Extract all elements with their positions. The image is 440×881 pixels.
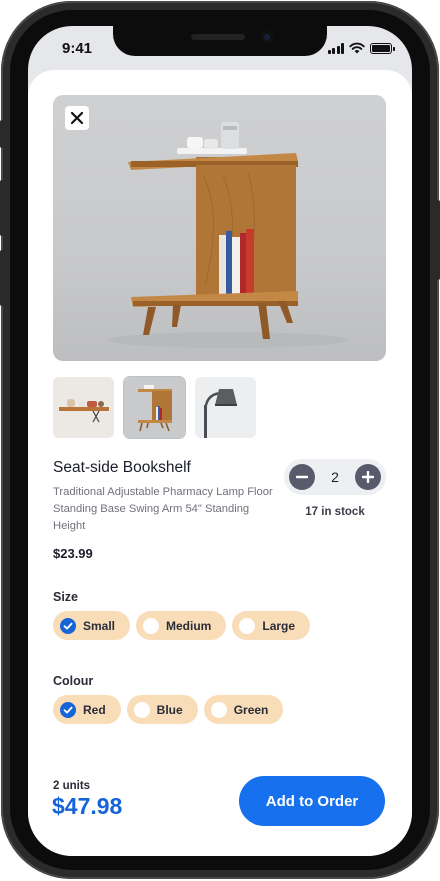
notch [113,26,327,56]
decrement-button[interactable] [289,464,315,490]
power-button [435,200,440,280]
close-button[interactable] [65,106,89,130]
size-option-large[interactable]: Large [232,611,311,640]
order-total: $47.98 [52,793,123,819]
colour-option-label: Red [83,702,106,717]
size-label: Size [53,590,79,604]
colour-label: Colour [53,674,94,688]
wifi-icon [349,42,365,54]
volume-up-button [0,180,5,236]
size-options: Small Medium Large [53,611,311,640]
volume-down-button [0,250,5,306]
screen: 9:41 Seat-side Bookshelf Traditional Adj… [28,26,412,856]
status-time: 9:41 [62,40,93,57]
add-to-order-button[interactable]: Add to Order [239,776,385,826]
colour-option-label: Blue [156,702,183,717]
size-option-medium[interactable]: Medium [136,611,227,640]
minus-icon [296,475,308,479]
product-description: Traditional Adjustable Pharmacy Lamp Flo… [53,486,273,532]
stock-count: 17 in stock [305,506,365,518]
increment-button[interactable] [354,464,381,490]
camera [261,31,273,43]
plus-icon [361,471,374,483]
thumbnail-wall-shelf[interactable] [53,377,114,438]
status-icons [327,42,395,54]
battery-icon [370,42,395,54]
colour-options: Red Blue Green [53,695,284,724]
radio-unchecked-icon [133,701,150,718]
colour-option-label: Green [233,702,269,717]
silent-switch [0,120,5,148]
side-table-illustration [108,122,348,348]
product-title: Seat-side Bookshelf [53,459,191,476]
product-sheet: Seat-side Bookshelf Traditional Adjustab… [28,70,412,856]
size-option-label: Large [262,618,296,633]
thumbnail-list [53,377,256,438]
size-option-label: Medium [166,618,212,633]
colour-option-red[interactable]: Red [53,695,121,724]
quantity-stepper: 2 [284,459,386,495]
colour-option-blue[interactable]: Blue [126,695,198,724]
speaker [191,34,245,40]
thumbnail-desk-lamp[interactable] [195,377,256,438]
radio-unchecked-icon [210,701,227,718]
product-price: $23.99 [53,546,93,561]
radio-checked-icon [60,701,76,718]
radio-checked-icon [60,617,76,634]
colour-option-green[interactable]: Green [203,695,284,724]
radio-unchecked-icon [239,617,256,634]
units-count: 2 units [53,780,91,792]
size-option-label: Small [83,618,116,633]
size-option-small[interactable]: Small [53,611,131,640]
radio-unchecked-icon [143,617,160,634]
quantity-value: 2 [331,469,339,485]
close-icon [70,111,84,125]
product-hero-image [53,95,386,361]
thumbnail-side-table[interactable] [124,377,185,438]
cellular-signal-icon [327,42,344,54]
